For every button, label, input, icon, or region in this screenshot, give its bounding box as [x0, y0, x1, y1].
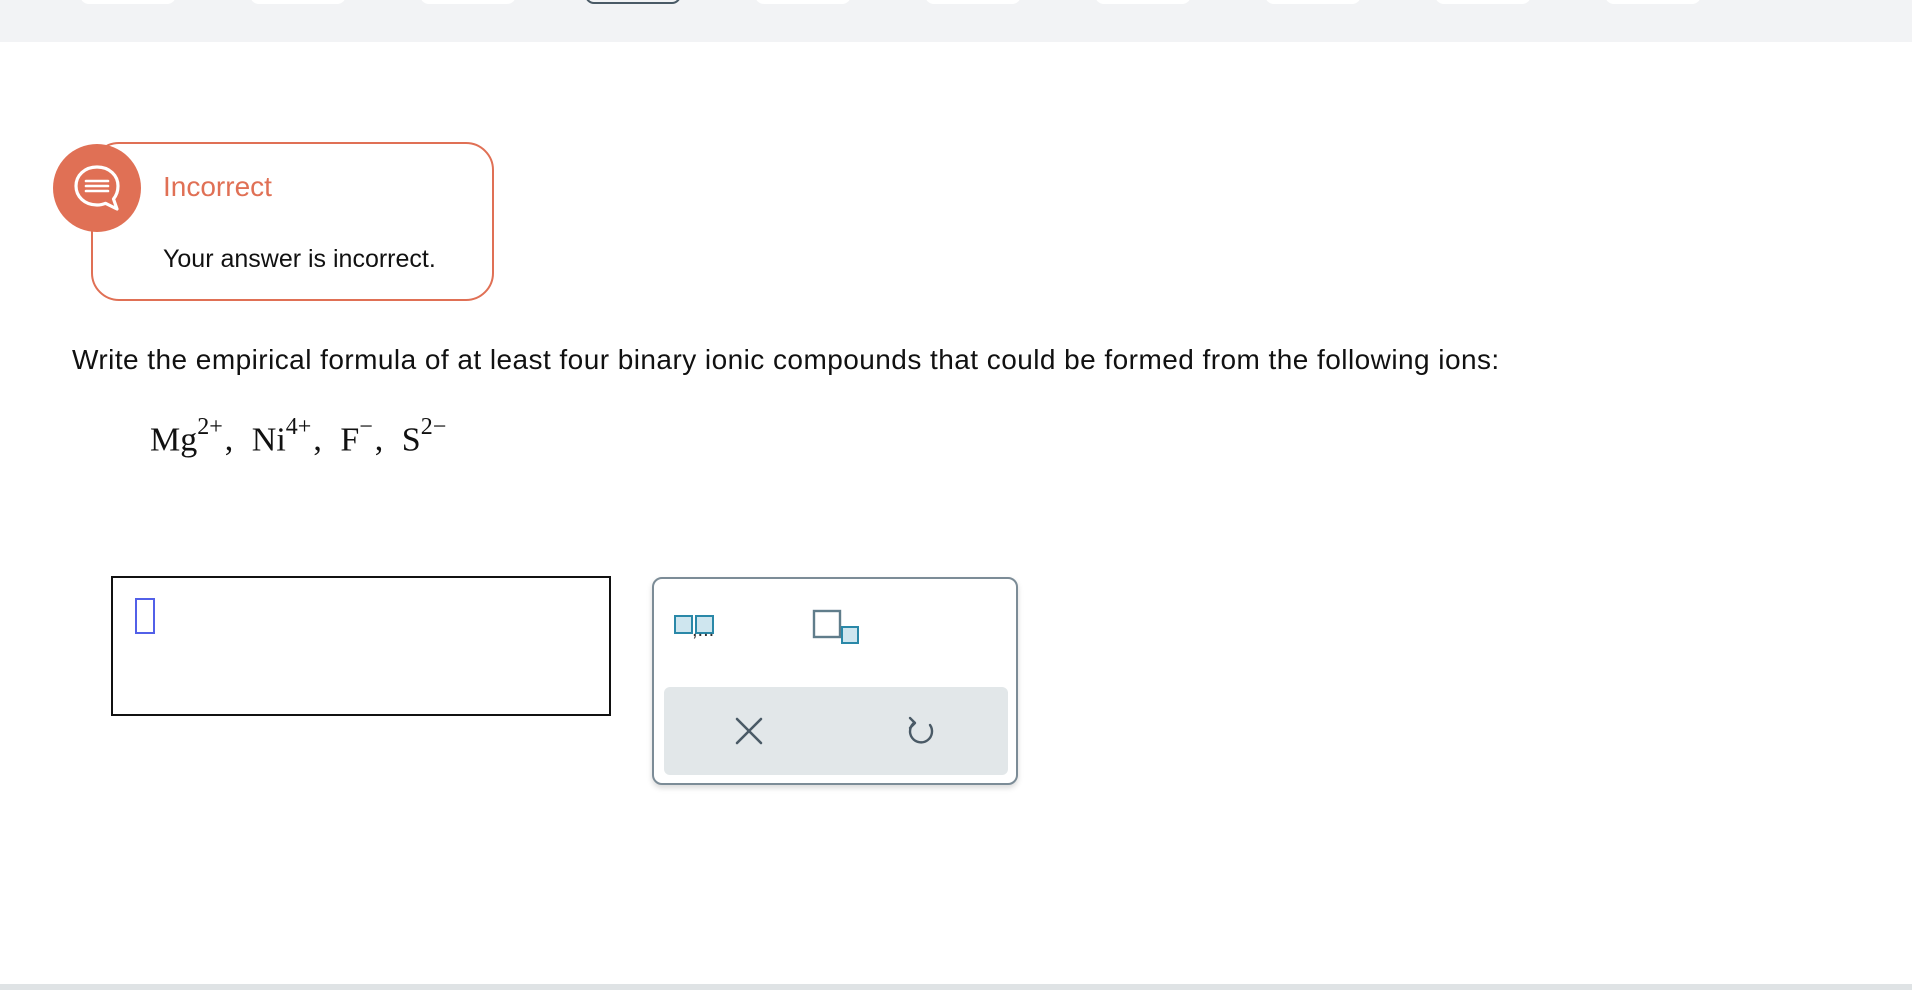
feedback-message: Your answer is incorrect.: [163, 245, 436, 273]
progress-segment: [1095, 0, 1191, 4]
feedback-panel: [91, 142, 494, 301]
progress-segment: [250, 0, 346, 4]
ion-item: F−: [340, 414, 373, 459]
bottom-bar: [0, 984, 1912, 990]
subscript-template-button[interactable]: [804, 605, 864, 651]
svg-text:,...: ,...: [692, 619, 714, 641]
feedback-title: Incorrect: [163, 171, 272, 202]
question-prompt: Write the empirical formula of at least …: [72, 344, 1500, 375]
speech-bubble-icon: [53, 144, 141, 232]
clear-button[interactable]: [704, 701, 794, 761]
progress-strip: [0, 0, 1912, 42]
ion-item: Mg2+: [150, 414, 223, 459]
answer-input[interactable]: [111, 576, 611, 716]
palette-action-bar: [664, 687, 1008, 775]
undo-icon: [908, 716, 934, 744]
subscript-template-icon: [812, 609, 859, 644]
ion-item: S2−: [401, 414, 447, 459]
progress-segment-current: [585, 0, 681, 4]
progress-segment: [755, 0, 851, 4]
progress-segment: [420, 0, 516, 4]
math-tool-palette: ,...: [652, 577, 1018, 785]
progress-segment: [1265, 0, 1361, 4]
progress-segment: [80, 0, 176, 4]
close-icon: [735, 717, 763, 745]
undo-button[interactable]: [876, 701, 966, 761]
list-template-icon: ,...: [674, 615, 714, 641]
progress-segment: [925, 0, 1021, 4]
input-placeholder-slot[interactable]: [135, 598, 155, 634]
progress-segment: [1605, 0, 1701, 4]
ion-list: Mg2+, Ni4+, F−, S2−: [150, 414, 447, 459]
progress-segment: [1435, 0, 1531, 4]
list-template-button[interactable]: ,...: [672, 605, 758, 645]
ion-item: Ni4+: [251, 414, 312, 459]
